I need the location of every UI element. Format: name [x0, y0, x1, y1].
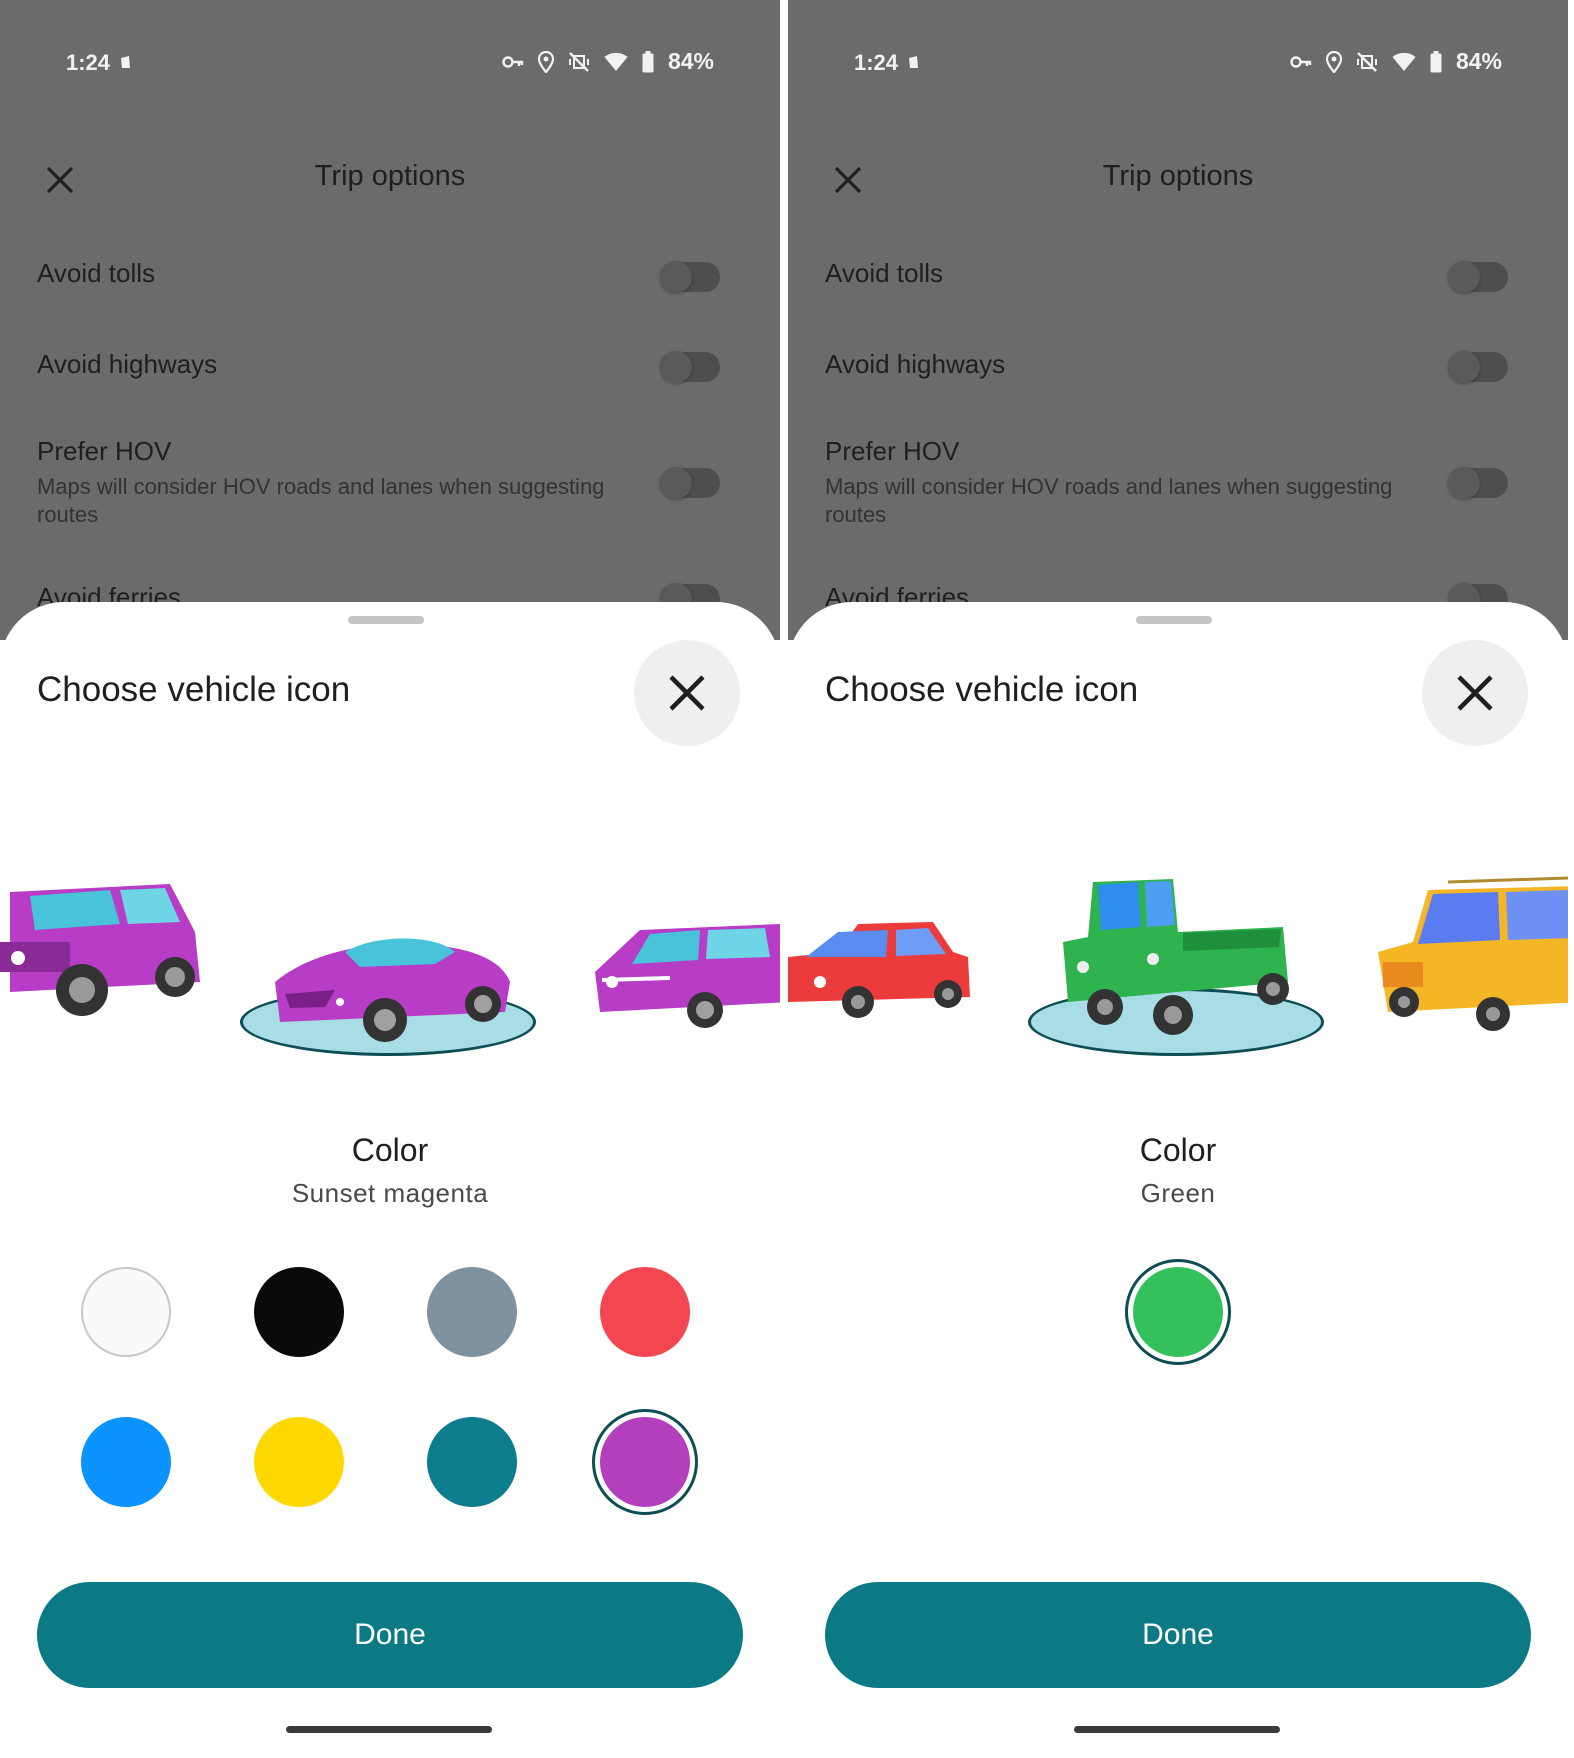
sheet-drag-handle[interactable] [348, 616, 424, 624]
avoid-tolls-toggle[interactable] [660, 261, 720, 293]
trip-options-header: Trip options [0, 140, 780, 220]
toggle-knob [660, 351, 692, 383]
page-title: Trip options [314, 160, 466, 192]
status-bar: 1:24 84% [788, 40, 1568, 86]
notification-icon [121, 56, 130, 68]
option-prefer-hov[interactable]: Prefer HOV Maps will consider HOV roads … [825, 436, 1525, 529]
done-button[interactable]: Done [37, 1582, 743, 1688]
option-label: Prefer HOV [825, 436, 960, 466]
phone-screen-right: 1:24 84% Trip options Avoid tolls Avoid … [788, 0, 1568, 1758]
swatch-magenta[interactable] [592, 1409, 698, 1515]
notification-icon [909, 56, 918, 68]
mute-vibrate-icon [568, 51, 589, 72]
option-description: Maps will consider HOV roads and lanes w… [37, 474, 605, 527]
sheet-close-button[interactable] [1422, 640, 1528, 746]
home-indicator[interactable] [286, 1726, 492, 1733]
swatch-red[interactable] [600, 1267, 690, 1357]
screen-divider [780, 0, 788, 1758]
phone-screen-left: 1:24 84% Trip options Avoid tolls Avoid … [0, 0, 780, 1758]
swatch-black[interactable] [254, 1267, 344, 1357]
battery-percent: 84% [1455, 48, 1502, 74]
option-label: Avoid highways [825, 349, 1006, 379]
toggle-knob [1448, 351, 1480, 383]
sheet-title: Choose vehicle icon [37, 670, 351, 709]
done-button[interactable]: Done [825, 1582, 1531, 1688]
dimmed-background: 1:24 84% Trip options Avoid tolls Avoid … [0, 0, 780, 640]
sheet-title: Choose vehicle icon [825, 670, 1139, 709]
toggle-knob [1448, 467, 1480, 499]
prefer-hov-toggle[interactable] [660, 467, 720, 499]
home-indicator[interactable] [1074, 1726, 1280, 1733]
color-label: Color [1139, 1132, 1217, 1168]
trip-options-header: Trip options [788, 140, 1568, 220]
mute-vibrate-icon [1356, 51, 1377, 72]
swatch-yellow[interactable] [254, 1417, 344, 1507]
prefer-hov-toggle[interactable] [1448, 467, 1508, 499]
battery-percent: 84% [667, 48, 714, 74]
pickup-truck-vehicle-icon[interactable] [1043, 867, 1313, 1037]
color-label: Color [351, 1132, 429, 1168]
toggle-knob [660, 261, 692, 293]
swatch-blue[interactable] [81, 1417, 171, 1507]
option-avoid-tolls[interactable]: Avoid tolls [37, 258, 737, 289]
selected-color-name: Sunset magenta [291, 1178, 489, 1208]
option-label: Prefer HOV [37, 436, 172, 466]
suv-vehicle-icon[interactable] [0, 872, 210, 1022]
option-avoid-highways[interactable]: Avoid highways [37, 349, 737, 380]
battery-icon [1430, 50, 1442, 72]
toggle-knob [660, 467, 692, 499]
page-title: Trip options [1102, 160, 1254, 192]
wifi-icon [1392, 52, 1416, 71]
dimmed-background: 1:24 84% Trip options Avoid tolls Avoid … [788, 0, 1568, 640]
vehicle-icon-sheet: Choose vehicle icon [788, 602, 1568, 1758]
status-bar: 1:24 84% [0, 40, 780, 86]
avoid-highways-toggle[interactable] [1448, 351, 1508, 383]
vehicle-carousel[interactable] [788, 832, 1568, 1072]
sedan-vehicle-icon[interactable] [788, 902, 978, 1032]
swatch-teal[interactable] [427, 1417, 517, 1507]
option-label: Avoid highways [37, 349, 218, 379]
battery-icon [642, 50, 654, 72]
swatch-white[interactable] [81, 1267, 171, 1357]
location-icon [537, 50, 554, 73]
sheet-close-button[interactable] [634, 640, 740, 746]
option-label: Avoid tolls [37, 258, 156, 288]
swatch-gray[interactable] [427, 1267, 517, 1357]
sports-car-vehicle-icon[interactable] [265, 912, 515, 1042]
option-avoid-highways[interactable]: Avoid highways [825, 349, 1525, 380]
sheet-drag-handle[interactable] [1136, 616, 1212, 624]
option-avoid-tolls[interactable]: Avoid tolls [825, 258, 1525, 289]
swatch-green[interactable] [1125, 1259, 1231, 1365]
avoid-tolls-toggle[interactable] [1448, 261, 1508, 293]
close-icon [669, 675, 705, 711]
location-icon [1325, 50, 1342, 73]
option-prefer-hov[interactable]: Prefer HOV Maps will consider HOV roads … [37, 436, 737, 529]
vpn-key-icon [1290, 55, 1312, 68]
vehicle-icon-sheet: Choose vehicle icon [0, 602, 780, 1758]
status-time: 1:24 [66, 50, 111, 75]
status-time: 1:24 [854, 50, 899, 75]
hatchback-vehicle-icon[interactable] [590, 902, 780, 1032]
option-description: Maps will consider HOV roads and lanes w… [825, 474, 1393, 527]
vpn-key-icon [502, 55, 524, 68]
option-label: Avoid tolls [825, 258, 944, 288]
close-icon [1457, 675, 1493, 711]
avoid-highways-toggle[interactable] [660, 351, 720, 383]
wifi-icon [604, 52, 628, 71]
selected-color-name: Green [1140, 1178, 1216, 1208]
yellow-suv-vehicle-icon[interactable] [1368, 872, 1568, 1032]
toggle-knob [1448, 261, 1480, 293]
vehicle-carousel[interactable] [0, 832, 780, 1072]
